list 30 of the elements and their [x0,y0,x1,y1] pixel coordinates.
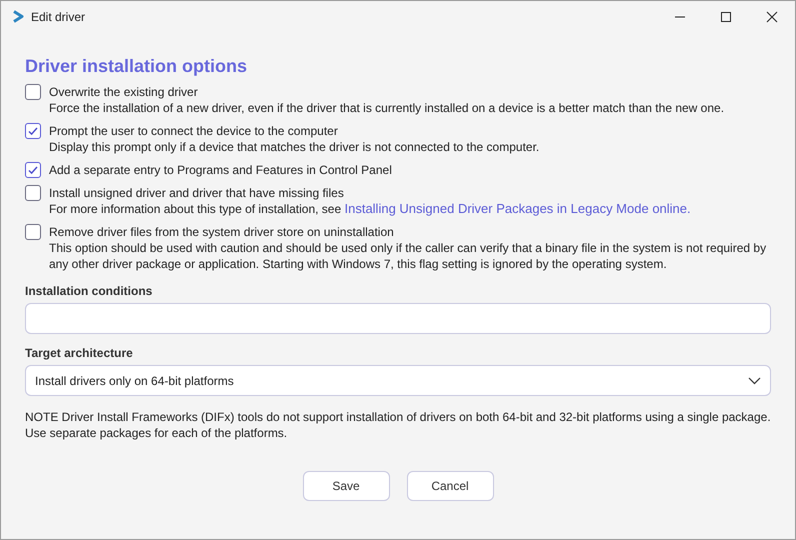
close-icon [766,10,778,22]
option-label: Add a separate entry to Programs and Features in Control Panel [49,162,392,178]
save-button[interactable]: Save [302,471,390,501]
option-label: Install unsigned driver and driver that have missing files [49,185,345,201]
checkmark-icon [27,125,39,137]
option-label: Prompt the user to connect the device to the computer [49,123,339,139]
option-description: For more information about this type of installation, see Installing Unsigned Driver Packages in Legacy Mode online. [49,201,691,217]
option-description: This option should be used with caution and should be used only if the caller can verify that a binary file in the system is not required by any other driver package or application. Starting with Windows 7, this flag setting is ignored by the operating system. [49,240,768,272]
option-label: Remove driver files from the system driver store on uninstallation [49,224,395,240]
input-field[interactable] [25,303,771,334]
app-logo-icon [11,9,25,24]
checkbox[interactable] [25,84,41,100]
note-text: NOTE Driver Install Frameworks (DIFx) tools do not support installation of drivers on both 64-bit and 32-bit platforms using a single package. Use separate packages for each of the platforms. [25,409,771,441]
checkbox[interactable] [25,123,41,139]
field-label: Installation conditions [25,284,154,298]
checkmark-icon [27,164,39,176]
architecture-dropdown[interactable]: Install drivers only on 64-bit platforms [25,365,771,396]
window-title: Edit driver [31,10,86,24]
field-label: Target architecture [25,346,134,360]
chevron-down-icon [748,376,761,384]
option-description: Force the installation of a new driver, even if the driver that is currently installed on a device is a better match than the new one. [49,100,724,116]
checkbox[interactable] [25,224,41,240]
cancel-button[interactable]: Cancel [406,471,494,501]
option-description: Display this prompt only if a device that matches the driver is not connected to the computer. [49,139,540,155]
checkbox[interactable] [25,162,41,178]
checkbox[interactable] [25,185,41,201]
section-heading: Driver installation options [25,56,248,77]
help-link[interactable]: Installing Unsigned Driver Packages in Legacy Mode online. [344,201,691,216]
option-label: Overwrite the existing driver [49,84,199,100]
maximize-icon [720,10,732,22]
